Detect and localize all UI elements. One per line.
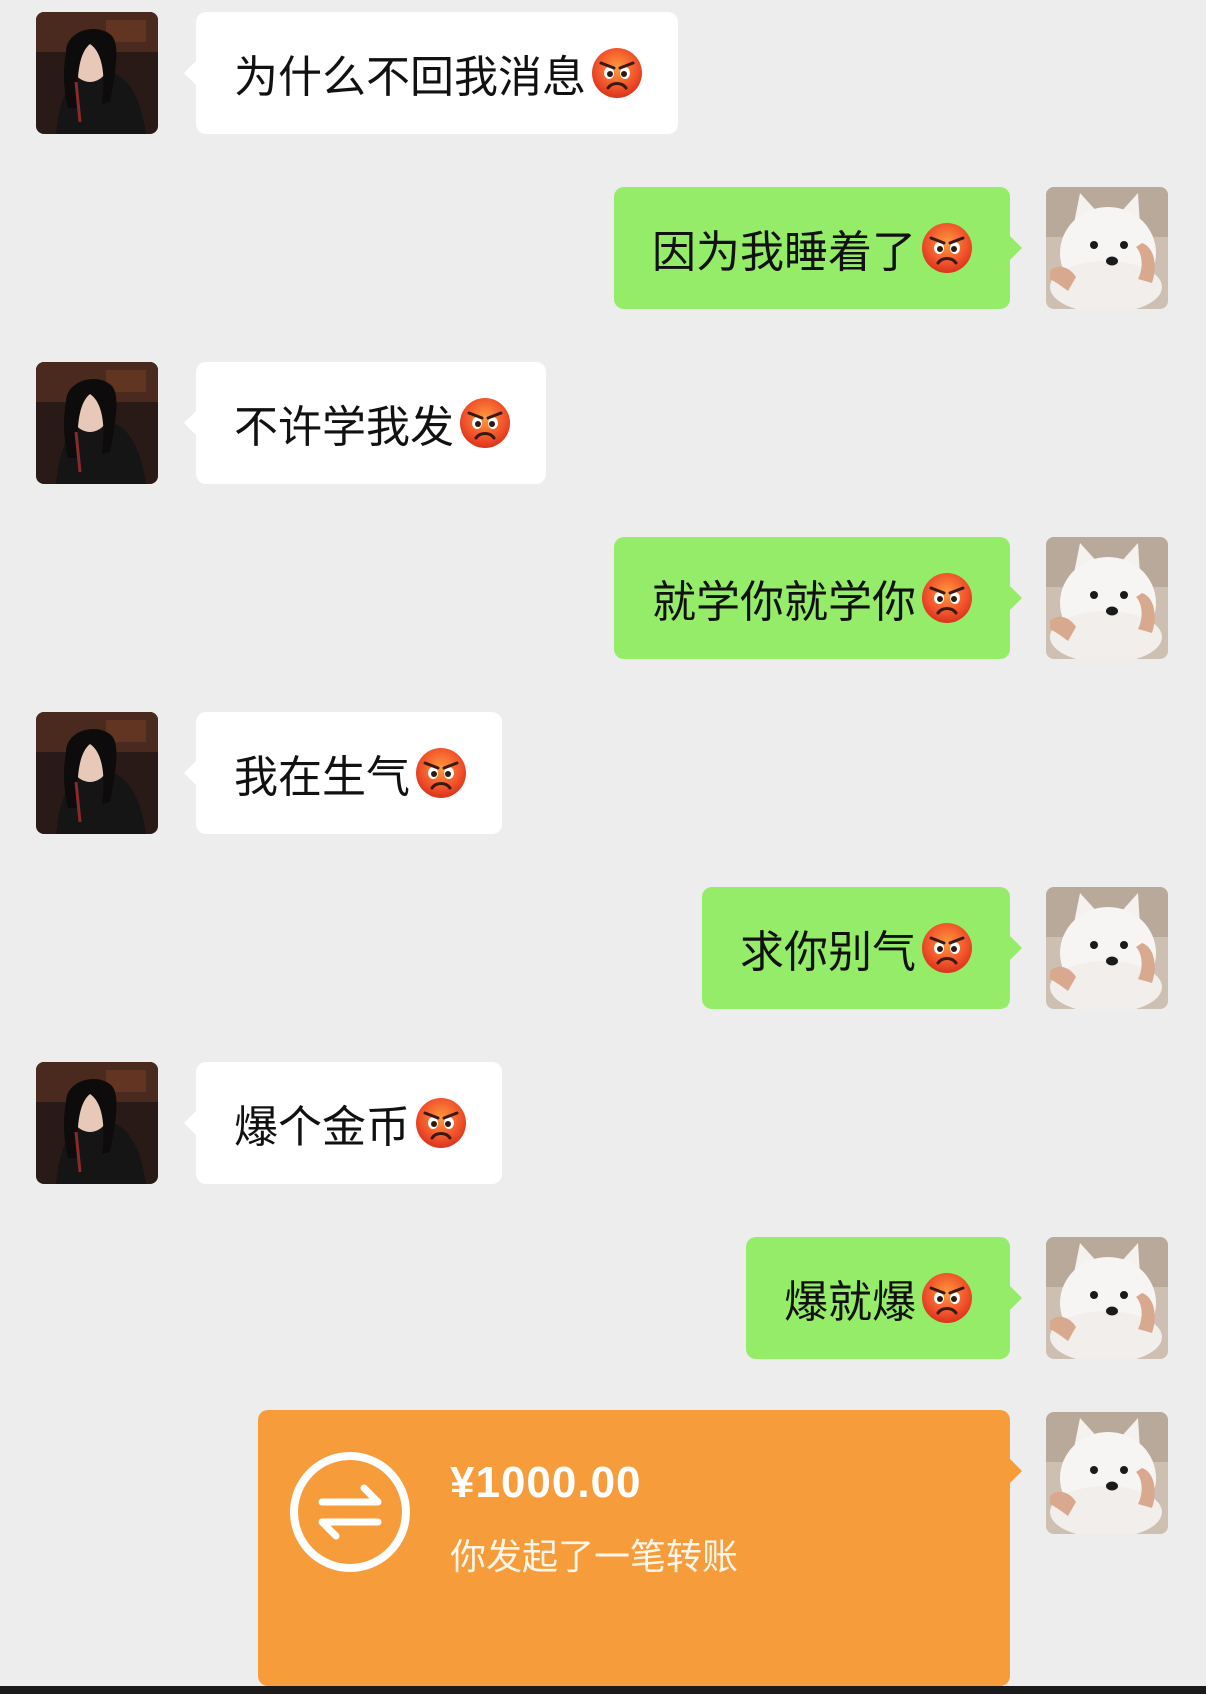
self-avatar[interactable]	[1046, 1412, 1168, 1534]
transfer-amount: ¥1000.00	[450, 1458, 642, 1507]
message-text: 不许学我发	[234, 402, 454, 453]
message-text: 我在生气	[234, 752, 410, 803]
bottom-divider	[0, 1686, 1206, 1694]
contact-avatar[interactable]	[36, 12, 158, 134]
chat-area[interactable]: 为什么不回我消息 因为我睡着了 不许学我发 就学你就学你 我在生气 求你别气 爆…	[0, 0, 1206, 1694]
self-avatar[interactable]	[1046, 187, 1168, 309]
contact-avatar[interactable]	[36, 362, 158, 484]
angry-face-icon	[414, 1096, 468, 1150]
self-avatar[interactable]	[1046, 537, 1168, 659]
transfer-card[interactable]: ¥1000.00 你发起了一笔转账	[258, 1410, 1022, 1686]
angry-face-icon	[920, 921, 974, 975]
angry-face-icon	[920, 221, 974, 275]
message-text: 就学你就学你	[652, 577, 916, 628]
message-text: 爆就爆	[784, 1277, 916, 1328]
message-text: 爆个金币	[234, 1102, 410, 1153]
message-bubble-outgoing[interactable]: 爆就爆	[746, 1237, 1022, 1359]
message-bubble-outgoing[interactable]: 求你别气	[702, 887, 1022, 1009]
angry-face-icon	[590, 46, 644, 100]
message-bubble-incoming[interactable]: 爆个金币	[184, 1062, 502, 1184]
angry-face-icon	[920, 1271, 974, 1325]
message-text: 为什么不回我消息	[234, 52, 586, 103]
message-bubble-outgoing[interactable]: 因为我睡着了	[614, 187, 1022, 309]
message-bubble-incoming[interactable]: 为什么不回我消息	[184, 12, 678, 134]
message-text: 求你别气	[740, 927, 916, 978]
message-bubble-incoming[interactable]: 不许学我发	[184, 362, 546, 484]
self-avatar[interactable]	[1046, 887, 1168, 1009]
message-bubble-outgoing[interactable]: 就学你就学你	[614, 537, 1022, 659]
angry-face-icon	[414, 746, 468, 800]
message-text: 因为我睡着了	[652, 227, 916, 278]
angry-face-icon	[458, 396, 512, 450]
contact-avatar[interactable]	[36, 1062, 158, 1184]
angry-face-icon	[920, 571, 974, 625]
transfer-arrows-icon	[288, 1450, 412, 1574]
transfer-description: 你发起了一笔转账	[450, 1537, 739, 1578]
contact-avatar[interactable]	[36, 712, 158, 834]
message-bubble-incoming[interactable]: 我在生气	[184, 712, 502, 834]
self-avatar[interactable]	[1046, 1237, 1168, 1359]
